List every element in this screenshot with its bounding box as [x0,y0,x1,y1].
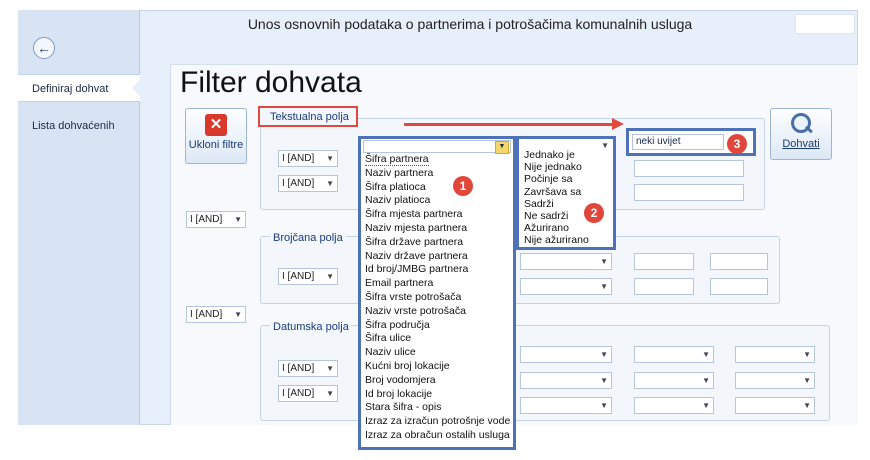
field-option[interactable]: Email partnera [365,277,433,289]
logic-operator-select[interactable]: I [AND] ▼ [278,268,338,285]
chevron-down-icon[interactable]: ▼ [495,141,509,154]
field-option[interactable]: Naziv platioca [365,194,430,206]
field-option[interactable]: Šifra partnera [365,153,429,166]
chevron-down-icon: ▼ [326,154,334,163]
field-option[interactable]: Naziv mjesta partnera [365,222,467,234]
date-operator-select[interactable]: ▼ [520,346,612,363]
field-option[interactable]: Šifra područja [365,319,430,331]
chevron-down-icon: ▼ [234,215,242,224]
active-indicator [132,79,141,97]
operator-option[interactable]: Ne sadrži [524,210,568,222]
field-option[interactable]: Izraz za izračun potrošnje vode [365,415,510,427]
red-x-icon: ✕ [205,114,227,136]
operator-option[interactable]: Počinje sa [524,173,572,185]
operator-option[interactable]: Nije ažurirano [524,234,589,246]
operator-option[interactable]: Nije jednako [524,161,582,173]
date-group-label: Datumska polja [270,321,352,333]
number-value-input[interactable] [710,278,768,295]
field-dropdown-list[interactable]: ▼ Šifra partnera Naziv partnera Šifra plat… [358,136,516,450]
operator-dropdown-list[interactable]: ▼ Jednako je Nije jednako Počinje sa Završa… [516,136,616,250]
operator-option[interactable]: Jednako je [524,149,575,161]
back-button[interactable]: ← [33,37,55,59]
field-option[interactable]: Izraz za obračun ostalih usluga [365,429,510,441]
red-arrow-head [612,118,624,130]
date-from-select[interactable]: ▼ [634,372,714,389]
logic-operator-select[interactable]: I [AND] ▼ [278,385,338,402]
field-select-box[interactable]: ▼ [363,140,511,154]
sidebar-item-definiraj-dohvat[interactable]: Definiraj dohvat [18,74,140,102]
chevron-down-icon: ▼ [702,350,710,359]
sidebar [18,10,140,425]
number-operator-select[interactable]: ▼ [520,253,612,270]
chevron-down-icon: ▼ [702,401,710,410]
field-option[interactable]: Stara šifra - opis [365,401,441,413]
logic-operator-select[interactable]: I [AND] ▼ [278,150,338,167]
date-from-select[interactable]: ▼ [634,397,714,414]
field-option[interactable]: Naziv ulice [365,346,416,358]
operator-option[interactable]: Završava sa [524,186,581,198]
date-to-select[interactable]: ▼ [735,372,815,389]
date-to-select[interactable]: ▼ [735,397,815,414]
logic-operator-select[interactable]: I [AND] ▼ [278,360,338,377]
operator-option[interactable]: Sadrži [524,198,554,210]
field-option[interactable]: Kućni broj lokacije [365,360,450,372]
chevron-down-icon: ▼ [234,310,242,319]
window-title: Unos osnovnih podataka o partnerima i po… [247,16,693,32]
remove-filters-button[interactable]: ✕ Ukloni filtre [185,108,247,164]
chevron-down-icon: ▼ [702,376,710,385]
chevron-down-icon: ▼ [600,401,608,410]
chevron-down-icon: ▼ [600,350,608,359]
number-value-input[interactable] [710,253,768,270]
title-search-box[interactable] [795,14,855,34]
field-option[interactable]: Šifra države partnera [365,236,463,248]
fetch-button[interactable]: Dohvati [770,108,832,160]
operator-option[interactable]: Ažurirano [524,222,569,234]
chevron-down-icon: ▼ [326,272,334,281]
field-option[interactable]: Naziv vrste potrošača [365,305,466,317]
text-group-label: Tekstualna polja [270,111,349,123]
field-option[interactable]: Naziv partnera [365,167,433,179]
red-arrow-line [404,123,614,126]
chevron-down-icon: ▼ [326,389,334,398]
step-badge-1: 1 [453,176,473,196]
date-operator-select[interactable]: ▼ [520,372,612,389]
field-option[interactable]: Šifra mjesta partnera [365,208,462,220]
field-option[interactable]: Šifra platioca [365,181,426,193]
chevron-down-icon: ▼ [326,364,334,373]
field-option[interactable]: Broj vodomjera [365,374,436,386]
date-from-select[interactable]: ▼ [634,346,714,363]
chevron-down-icon: ▼ [600,257,608,266]
logic-operator-select[interactable]: I [AND] ▼ [186,211,246,228]
text-value-input[interactable] [634,160,744,177]
field-option[interactable]: Id broj/JMBG partnera [365,263,468,275]
chevron-down-icon: ▼ [803,376,811,385]
condition-value-input[interactable]: neki uvijet [632,134,724,150]
logic-operator-select[interactable]: I [AND] ▼ [278,175,338,192]
chevron-down-icon[interactable]: ▼ [601,141,609,150]
field-option[interactable]: Naziv države partnera [365,250,468,262]
sidebar-item-lista-dohvacenih[interactable]: Lista dohvaćenih [18,112,140,140]
number-value-input[interactable] [634,278,694,295]
field-option[interactable]: Šifra vrste potrošača [365,291,461,303]
number-operator-select[interactable]: ▼ [520,278,612,295]
field-option[interactable]: Šifra ulice [365,332,411,344]
date-to-select[interactable]: ▼ [735,346,815,363]
chevron-down-icon: ▼ [600,376,608,385]
page-title: Filter dohvata [180,66,362,99]
step-badge-2: 2 [584,203,604,223]
chevron-down-icon: ▼ [600,282,608,291]
number-value-input[interactable] [634,253,694,270]
chevron-down-icon: ▼ [803,350,811,359]
magnifier-icon [789,112,813,136]
chevron-down-icon: ▼ [326,179,334,188]
field-option[interactable]: Id broj lokacije [365,388,432,400]
date-operator-select[interactable]: ▼ [520,397,612,414]
step-badge-3: 3 [727,134,747,154]
chevron-down-icon: ▼ [803,401,811,410]
text-value-input[interactable] [634,184,744,201]
number-group-label: Brojčana polja [270,232,346,244]
arrow-left-icon: ← [37,40,51,56]
logic-operator-select[interactable]: I [AND] ▼ [186,306,246,323]
